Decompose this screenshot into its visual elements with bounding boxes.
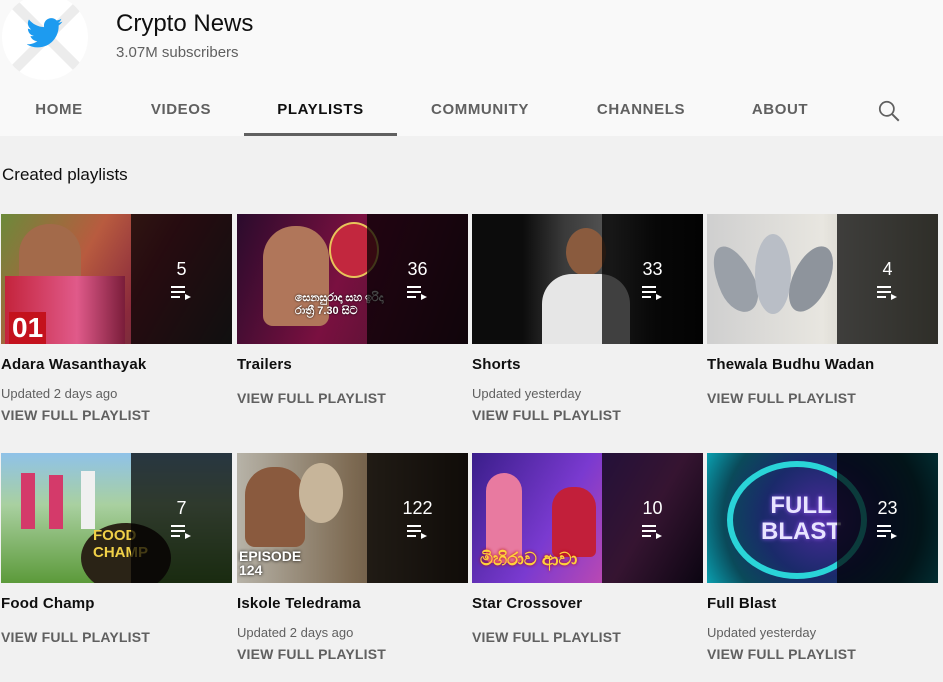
playlist-count-overlay: 33 <box>602 214 703 344</box>
video-count: 5 <box>176 258 187 279</box>
playlist-title[interactable]: Food Champ <box>1 595 232 612</box>
tab-channels[interactable]: CHANNELS <box>587 86 695 136</box>
subscriber-count: 3.07M subscribers <box>116 44 239 61</box>
playlist-thumbnail[interactable]: EPISODE 124 122 <box>237 453 468 583</box>
playlist-count-overlay: 10 <box>602 453 703 583</box>
playlist-thumbnail[interactable]: FOOD CHAMP 7 <box>1 453 232 583</box>
playlist-icon <box>406 524 427 539</box>
playlist-count-overlay: 36 <box>367 214 468 344</box>
playlist-icon <box>876 524 897 539</box>
twitter-bird-icon <box>27 18 63 48</box>
video-count: 10 <box>642 497 663 518</box>
channel-name: Crypto News <box>116 10 254 37</box>
video-count: 33 <box>642 258 663 279</box>
tab-community[interactable]: COMMUNITY <box>420 86 540 136</box>
video-count: 23 <box>877 497 898 518</box>
playlist-card: FOOD CHAMP 7 Food Champ VIEW FULL PLAYLI… <box>1 453 232 645</box>
view-full-playlist-link[interactable]: VIEW FULL PLAYLIST <box>237 390 468 406</box>
playlist-thumbnail[interactable]: සෙනසුරාදා සහ ඉරිදා රාත්‍රී 7.30 සිට 36 <box>237 214 468 344</box>
playlist-card: සෙනසුරාදා සහ ඉරිදා රාත්‍රී 7.30 සිට 36 T… <box>237 214 468 406</box>
playlist-thumbnail[interactable]: 4 <box>707 214 938 344</box>
playlist-card: 33 Shorts Updated yesterday VIEW FULL PL… <box>472 214 703 423</box>
tab-playlists[interactable]: PLAYLISTS <box>244 86 397 136</box>
playlist-thumbnail[interactable]: 01 5 <box>1 214 232 344</box>
view-full-playlist-link[interactable]: VIEW FULL PLAYLIST <box>707 646 938 662</box>
playlist-card: FULL BLAST 23 Full Blast Updated yesterd… <box>707 453 938 662</box>
playlist-updated: Updated yesterday <box>472 386 582 401</box>
playlist-updated: Updated yesterday <box>707 625 817 640</box>
playlist-icon <box>641 524 662 539</box>
playlist-count-overlay: 7 <box>131 453 232 583</box>
playlist-icon <box>170 285 191 300</box>
view-full-playlist-link[interactable]: VIEW FULL PLAYLIST <box>237 646 468 662</box>
playlist-thumbnail[interactable]: 33 <box>472 214 703 344</box>
playlist-thumbnail[interactable]: FULL BLAST 23 <box>707 453 938 583</box>
channel-avatar[interactable] <box>2 0 88 80</box>
playlist-updated: Updated 2 days ago <box>1 386 118 401</box>
video-count: 7 <box>176 497 187 518</box>
playlist-title[interactable]: Full Blast <box>707 595 938 612</box>
playlist-card: EPISODE 124 122 Iskole Teledrama Updated… <box>237 453 468 662</box>
thumbnail-text: මිහිරාව ආවා <box>480 549 578 569</box>
playlist-icon <box>406 285 427 300</box>
thumbnail-text: FULL BLAST <box>761 492 841 545</box>
view-full-playlist-link[interactable]: VIEW FULL PLAYLIST <box>472 407 703 423</box>
video-count: 36 <box>407 258 428 279</box>
thumbnail-text: 01 <box>9 312 47 344</box>
search-button[interactable] <box>876 98 902 124</box>
view-full-playlist-link[interactable]: VIEW FULL PLAYLIST <box>1 629 232 645</box>
playlist-count-overlay: 5 <box>131 214 232 344</box>
playlist-title[interactable]: Trailers <box>237 356 468 373</box>
playlist-title[interactable]: Iskole Teledrama <box>237 595 468 612</box>
playlist-card: 01 5 Adara Wasanthayak Updated 2 days ag… <box>1 214 232 423</box>
channel-tabs: HOME VIDEOS PLAYLISTS COMMUNITY CHANNELS… <box>0 86 943 136</box>
tab-home[interactable]: HOME <box>24 86 94 136</box>
section-title: Created playlists <box>2 165 128 184</box>
playlist-updated: Updated 2 days ago <box>237 625 354 640</box>
thumbnail-text: EPISODE 124 <box>239 548 302 578</box>
playlist-icon <box>641 285 662 300</box>
video-count: 122 <box>402 497 433 518</box>
view-full-playlist-link[interactable]: VIEW FULL PLAYLIST <box>472 629 703 645</box>
playlist-card: මිහිරාව ආවා 10 Star Crossover VIEW FULL … <box>472 453 703 645</box>
playlist-title[interactable]: Adara Wasanthayak <box>1 356 232 373</box>
view-full-playlist-link[interactable]: VIEW FULL PLAYLIST <box>707 390 938 406</box>
view-full-playlist-link[interactable]: VIEW FULL PLAYLIST <box>1 407 232 423</box>
playlist-card: 4 Thewala Budhu Wadan VIEW FULL PLAYLIST <box>707 214 938 406</box>
playlist-count-overlay: 4 <box>837 214 938 344</box>
search-icon <box>878 100 900 122</box>
playlist-title[interactable]: Thewala Budhu Wadan <box>707 356 938 373</box>
playlist-thumbnail[interactable]: මිහිරාව ආවා 10 <box>472 453 703 583</box>
tab-videos[interactable]: VIDEOS <box>143 86 219 136</box>
channel-header: Crypto News 3.07M subscribers HOME VIDEO… <box>0 0 943 136</box>
video-count: 4 <box>882 258 893 279</box>
playlist-icon <box>876 285 897 300</box>
playlist-title[interactable]: Star Crossover <box>472 595 703 612</box>
playlist-title[interactable]: Shorts <box>472 356 703 373</box>
playlist-count-overlay: 23 <box>837 453 938 583</box>
playlist-icon <box>170 524 191 539</box>
playlist-count-overlay: 122 <box>367 453 468 583</box>
tab-about[interactable]: ABOUT <box>744 86 816 136</box>
